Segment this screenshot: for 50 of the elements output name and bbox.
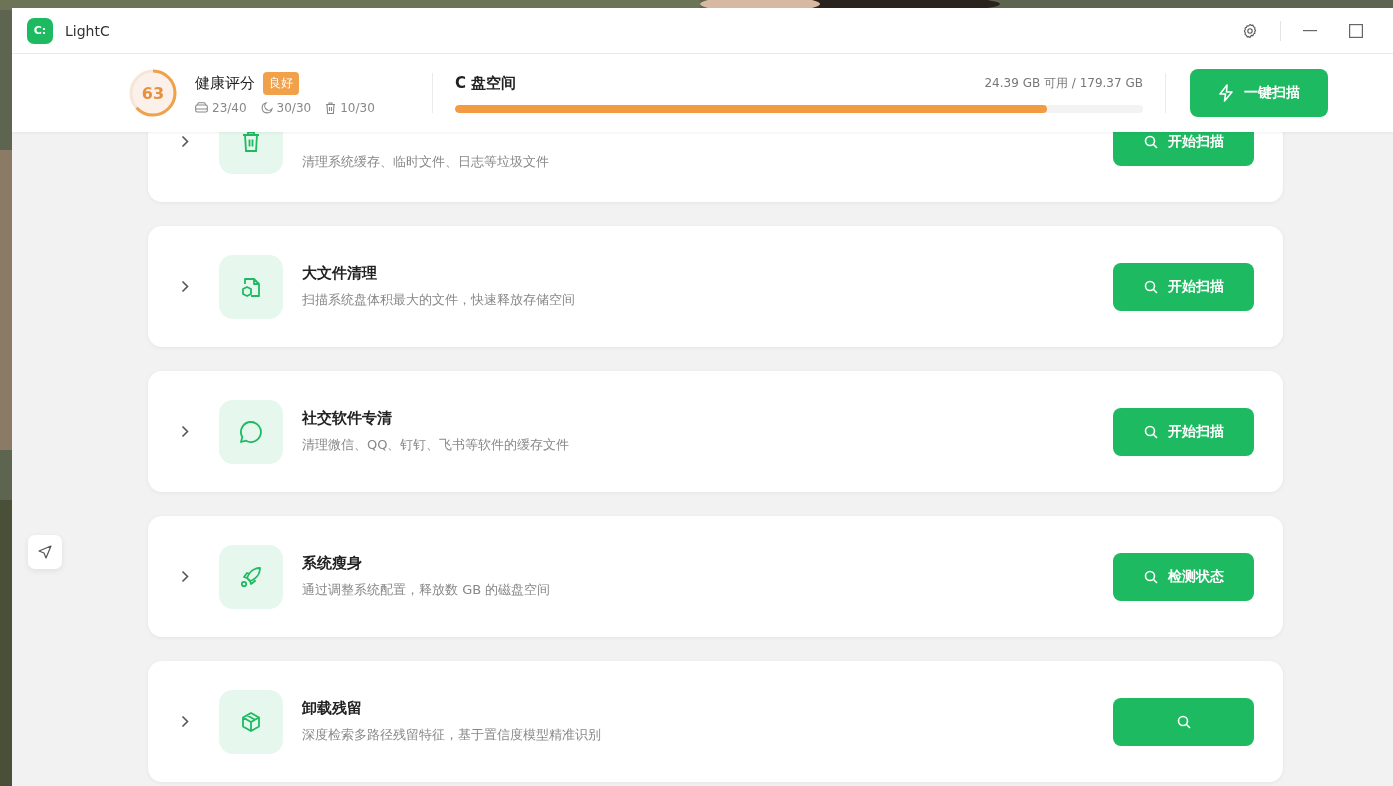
navigation-button[interactable] [28,535,62,569]
chevron-right-icon[interactable] [181,570,189,583]
health-score: 63 [141,84,165,103]
search-icon [1143,424,1158,439]
scan-button[interactable]: 开始扫描 [1113,262,1254,311]
health-label: 健康评分 [195,73,255,93]
moon-icon [260,101,273,114]
feature-description: 扫描系统盘体积最大的文件，快速释放存储空间 [302,291,576,309]
feature-title: 社交软件专清 [302,409,393,428]
scan-button[interactable]: 开始扫描 [1113,132,1254,166]
rocket-icon [240,565,262,588]
health-status-badge: 良好 [263,71,299,95]
drive-icon [195,102,208,113]
chevron-right-icon[interactable] [181,715,189,728]
stat-value: 10/30 [340,100,375,115]
chevron-right-icon[interactable] [181,135,189,148]
chevron-right-icon[interactable] [181,425,189,438]
trash-icon [325,101,337,114]
lightning-icon [1218,84,1234,102]
send-icon [38,545,52,559]
feature-description: 清理微信、QQ、钉钉、飞书等软件的缓存文件 [302,436,571,454]
stat-value: 30/30 [276,100,312,115]
chevron-right-icon[interactable] [181,280,189,293]
feature-description: 通过调整系统配置，释放数 GB 的磁盘空间 [302,581,552,599]
feature-title: 大文件清理 [302,264,378,283]
feature-description: 深度检索多路径残留特征，基于置信度模型精准识别 [302,726,602,744]
settings-icon[interactable] [1242,22,1258,39]
disk-usage: 24.39 GB 可用 / 179.37 GB [984,74,1143,92]
search-icon [1176,714,1191,729]
feature-description: 清理系统缓存、临时文件、日志等垃圾文件 [302,153,550,171]
trash-icon [241,132,261,153]
search-icon [1143,569,1158,584]
search-icon [1143,134,1158,149]
chat-bubble-icon [239,419,263,444]
health-score-ring [129,69,177,117]
app-logo: C: [27,17,53,44]
scan-button[interactable]: 开始扫描 [1113,407,1254,456]
scan-button[interactable] [1113,697,1254,746]
scan-button[interactable]: 检测状态 [1113,552,1254,601]
box-icon [240,710,262,733]
one-click-scan-button[interactable]: 一键扫描 [1190,69,1328,117]
search-icon [1143,279,1158,294]
feature-title: 卸载残留 [302,699,363,718]
stat-value: 23/40 [212,100,247,115]
maximize-icon[interactable] [1349,23,1363,38]
disk-title: C 盘空间 [455,73,517,93]
window-title: LightC [65,22,110,39]
file-icon [240,275,262,298]
feature-title: 系统瘦身 [302,554,363,573]
minimize-icon[interactable] [1303,29,1317,32]
